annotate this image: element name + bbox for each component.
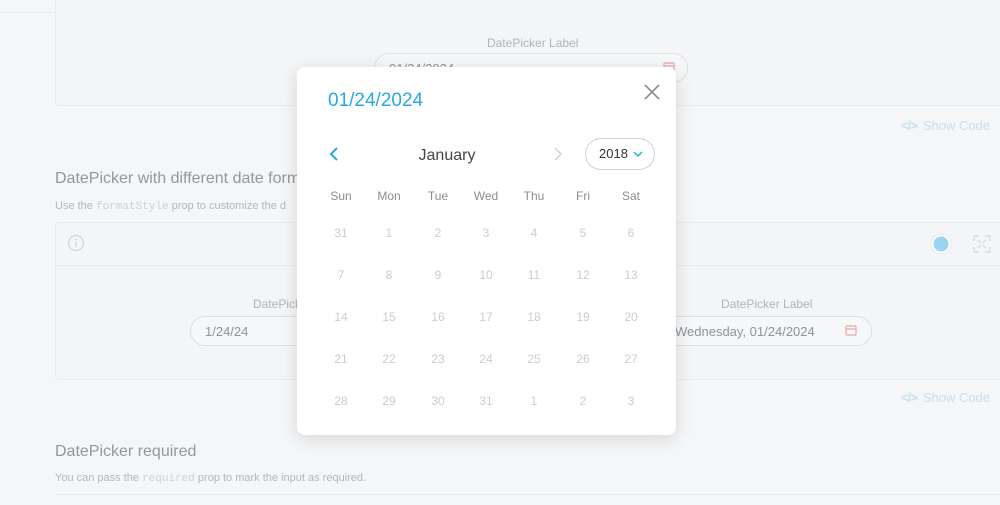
calendar-day[interactable]: 29 [365,394,413,408]
calendar-day[interactable]: 18 [510,310,558,324]
calendar-day[interactable]: 17 [462,310,510,324]
calendar-day[interactable]: 22 [365,352,413,366]
weekday-label: Wed [473,189,499,203]
calendar-day[interactable]: 14 [317,310,365,324]
weekday-label: Sat [621,189,640,203]
calendar-day[interactable]: 11 [510,268,558,282]
calendar-day[interactable]: 2 [414,226,462,240]
year-select[interactable]: 2018 [585,138,655,170]
calendar-day[interactable]: 23 [414,352,462,366]
calendar-day[interactable]: 31 [462,394,510,408]
calendar-day[interactable]: 25 [510,352,558,366]
calendar-day[interactable]: 26 [559,352,607,366]
calendar-day[interactable]: 24 [462,352,510,366]
calendar-day[interactable]: 4 [510,226,558,240]
calendar-day[interactable]: 2 [559,394,607,408]
calendar-day[interactable]: 10 [462,268,510,282]
calendar-day[interactable]: 5 [559,226,607,240]
calendar-day[interactable]: 21 [317,352,365,366]
calendar-day[interactable]: 20 [607,310,655,324]
calendar-day[interactable]: 6 [607,226,655,240]
calendar-day[interactable]: 27 [607,352,655,366]
chevron-down-icon [633,151,643,157]
weekday-label: Thu [523,189,545,203]
calendar-day[interactable]: 7 [317,268,365,282]
datepicker-modal: 01/24/2024 January 2018 Sun Mon Tue Wed Thu F… [297,67,676,435]
calendar-day[interactable]: 30 [414,394,462,408]
weekday-label: Fri [576,189,590,203]
calendar-day[interactable]: 28 [317,394,365,408]
weekday-label: Sun [330,189,352,203]
calendar-day[interactable]: 19 [559,310,607,324]
calendar-day[interactable]: 3 [607,394,655,408]
calendar-day[interactable]: 8 [365,268,413,282]
month-label: January [418,147,476,164]
calendar-day[interactable]: 16 [414,310,462,324]
calendar-day[interactable]: 15 [365,310,413,324]
close-icon[interactable] [643,83,661,101]
chevron-right-icon[interactable] [551,145,565,163]
weekday-label: Mon [377,189,401,203]
calendar-day[interactable]: 31 [317,226,365,240]
calendar-day[interactable]: 9 [414,268,462,282]
year-value: 2018 [599,146,628,161]
calendar-day[interactable]: 13 [607,268,655,282]
selected-date-display: 01/24/2024 [328,90,424,111]
calendar-day[interactable]: 1 [365,226,413,240]
calendar-day[interactable]: 12 [559,268,607,282]
calendar-day[interactable]: 3 [462,226,510,240]
chevron-left-icon[interactable] [327,145,341,163]
weekday-label: Tue [427,189,449,203]
calendar-day[interactable]: 1 [510,394,558,408]
